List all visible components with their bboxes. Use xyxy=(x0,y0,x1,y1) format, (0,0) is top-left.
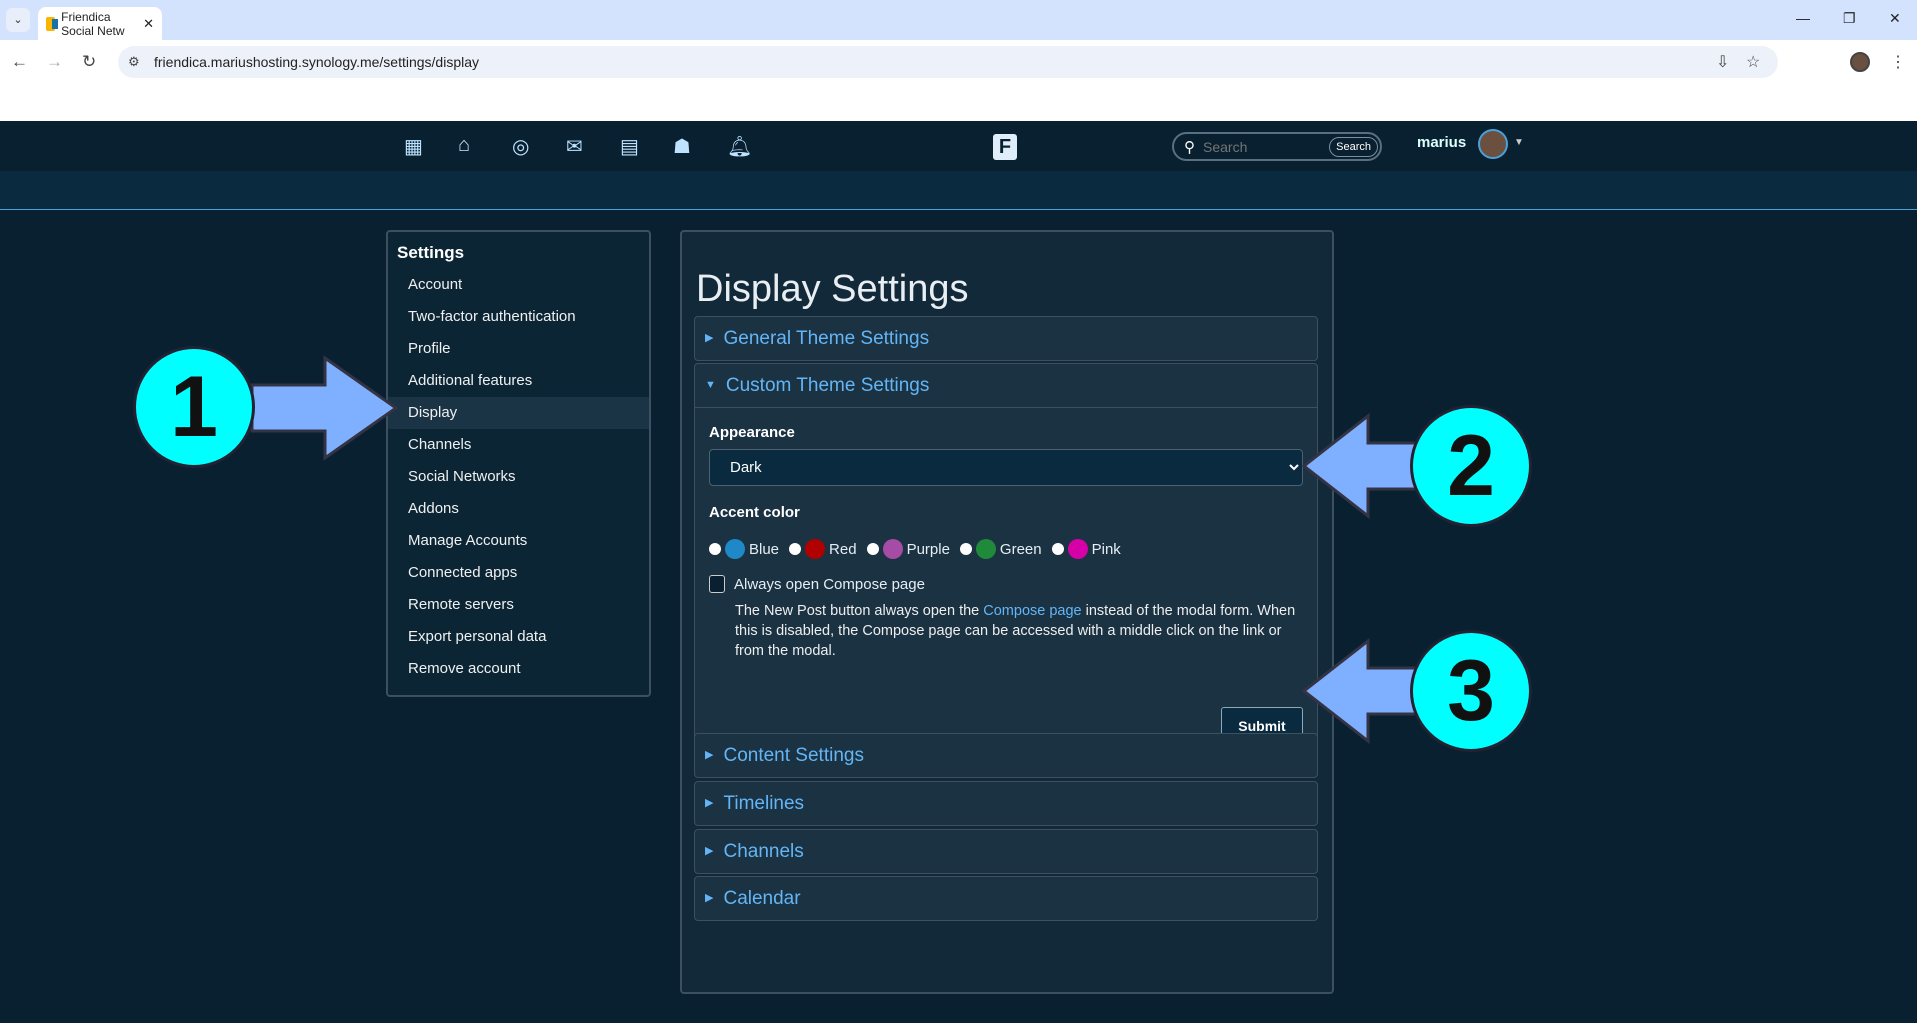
compose-page-link[interactable]: Compose page xyxy=(983,603,1081,619)
annotation-arrow-right xyxy=(250,355,399,461)
sidebar-item-manage-accounts[interactable]: Manage Accounts xyxy=(388,525,649,557)
accent-pink-radio[interactable]: Pink xyxy=(1051,539,1121,559)
accent-color-options: Blue Red Purple Green Pink xyxy=(709,539,1303,559)
settings-sidebar: Settings Account Two-factor authenticati… xyxy=(386,230,651,697)
user-menu-caret-icon[interactable]: ▼ xyxy=(1514,137,1524,148)
mail-icon[interactable]: ✉ xyxy=(566,134,583,159)
section-label: Channels xyxy=(723,841,804,862)
home-icon[interactable]: ⌂ xyxy=(458,134,470,157)
sidebar-item-channels[interactable]: Channels xyxy=(388,429,649,461)
caret-down-icon: ▼ xyxy=(705,379,716,391)
close-tab-icon[interactable]: ✕ xyxy=(143,16,154,32)
network-icon[interactable]: ◎ xyxy=(512,134,529,159)
sidebar-item-remote-servers[interactable]: Remote servers xyxy=(388,589,649,621)
url-text: friendica.mariushosting.synology.me/sett… xyxy=(154,54,480,70)
caret-right-icon: ▶ xyxy=(705,797,714,809)
search-button[interactable]: Search xyxy=(1329,136,1378,157)
sidebar-item-export-data[interactable]: Export personal data xyxy=(388,621,649,653)
section-label: Timelines xyxy=(723,793,805,814)
top-navbar: ▦ ⌂ ◎ ✉ ▤ ☗ 🔔︎ F ⚲ Search marius ▼ xyxy=(0,121,1917,171)
sidebar-item-two-factor[interactable]: Two-factor authentication xyxy=(388,301,649,333)
sidebar-item-remove-account[interactable]: Remove account xyxy=(388,653,649,685)
section-label: Calendar xyxy=(723,888,801,909)
section-timelines[interactable]: ▶ Timelines xyxy=(694,781,1318,826)
url-field[interactable]: ⚙ friendica.mariushosting.synology.me/set… xyxy=(118,46,1778,78)
menu-kebab-icon[interactable]: ⋮ xyxy=(1890,52,1906,72)
appearance-label: Appearance xyxy=(709,424,795,441)
bookmark-star-icon[interactable]: ☆ xyxy=(1746,52,1760,72)
tab-title: Friendica Social Netw xyxy=(61,9,125,38)
sidebar-title: Settings xyxy=(397,243,465,262)
annotation-step-1: 1 xyxy=(133,346,255,468)
accent-blue-radio[interactable]: Blue xyxy=(709,539,779,559)
install-icon[interactable]: ⇩ xyxy=(1716,52,1729,72)
back-icon[interactable]: ← xyxy=(11,52,28,72)
compose-page-label[interactable]: Always open Compose page xyxy=(734,576,925,593)
section-label: Content Settings xyxy=(723,745,864,766)
accent-red-radio[interactable]: Red xyxy=(789,539,857,559)
sidebar-item-social-networks[interactable]: Social Networks xyxy=(388,461,649,493)
sidebar-item-display[interactable]: Display xyxy=(388,397,649,429)
accent-color-label: Accent color xyxy=(709,504,800,521)
sidebar-item-addons[interactable]: Addons xyxy=(388,493,649,525)
user-avatar[interactable] xyxy=(1478,129,1508,159)
caret-right-icon: ▶ xyxy=(705,332,714,344)
sidebar-item-profile[interactable]: Profile xyxy=(388,333,649,365)
appearance-select[interactable]: Dark xyxy=(709,449,1303,486)
tab-search-button[interactable]: ⌄ xyxy=(6,8,30,32)
friendica-favicon-icon xyxy=(46,16,59,31)
reload-icon[interactable]: ↻ xyxy=(82,52,96,72)
accent-green-radio[interactable]: Green xyxy=(959,539,1042,559)
search-box: ⚲ Search xyxy=(1172,132,1382,161)
annotation-step-2: 2 xyxy=(1410,405,1532,527)
sidebar-item-account[interactable]: Account xyxy=(388,269,649,301)
browser-tab-bar: ⌄ Friendica Social Netw ✕ — ❐ ✕ xyxy=(0,0,1917,40)
display-settings-panel: Display Settings ▶ General Theme Settings… xyxy=(680,230,1334,994)
caret-right-icon: ▶ xyxy=(705,749,714,761)
compose-page-checkbox[interactable] xyxy=(709,575,725,593)
caret-right-icon: ▶ xyxy=(705,892,714,904)
accent-purple-radio[interactable]: Purple xyxy=(866,539,950,559)
address-bar-area: ← → ↻ ⚙ friendica.mariushosting.synology.… xyxy=(0,40,1917,121)
minimize-icon[interactable]: — xyxy=(1796,10,1810,26)
caret-right-icon: ▶ xyxy=(705,845,714,857)
section-label: General Theme Settings xyxy=(723,328,930,349)
browser-tab[interactable]: Friendica Social Netw ✕ xyxy=(38,7,162,40)
profile-avatar[interactable] xyxy=(1850,52,1870,72)
secondary-header xyxy=(0,171,1917,210)
section-channels[interactable]: ▶ Channels xyxy=(694,829,1318,874)
site-settings-icon[interactable]: ⚙ xyxy=(128,46,140,78)
compose-help-text: The New Post button always open the Comp… xyxy=(735,603,1296,659)
search-icon: ⚲ xyxy=(1184,138,1195,156)
section-general-theme[interactable]: ▶ General Theme Settings xyxy=(694,316,1318,361)
sidebar-item-additional-features[interactable]: Additional features xyxy=(388,365,649,397)
apps-grid-icon[interactable]: ▦ xyxy=(404,134,423,159)
friendica-logo[interactable]: F xyxy=(993,134,1017,160)
username[interactable]: marius xyxy=(1417,134,1466,151)
search-input[interactable] xyxy=(1203,138,1313,155)
calendar-icon[interactable]: ▤ xyxy=(620,134,639,159)
section-content[interactable]: ▶ Content Settings xyxy=(694,733,1318,778)
sidebar-item-connected-apps[interactable]: Connected apps xyxy=(388,557,649,589)
bell-icon[interactable]: 🔔︎ xyxy=(727,134,752,159)
groups-icon[interactable]: ☗ xyxy=(673,134,691,159)
section-custom-theme-header[interactable]: ▼ Custom Theme Settings xyxy=(695,364,1317,407)
forward-icon[interactable]: → xyxy=(46,52,63,72)
page-title: Display Settings xyxy=(696,268,969,310)
close-window-icon[interactable]: ✕ xyxy=(1889,10,1901,27)
section-label: Custom Theme Settings xyxy=(725,375,930,396)
section-custom-theme: ▼ Custom Theme Settings Appearance Dark A… xyxy=(694,363,1318,762)
section-calendar[interactable]: ▶ Calendar xyxy=(694,876,1318,921)
annotation-step-3: 3 xyxy=(1410,630,1532,752)
restore-icon[interactable]: ❐ xyxy=(1843,10,1856,27)
